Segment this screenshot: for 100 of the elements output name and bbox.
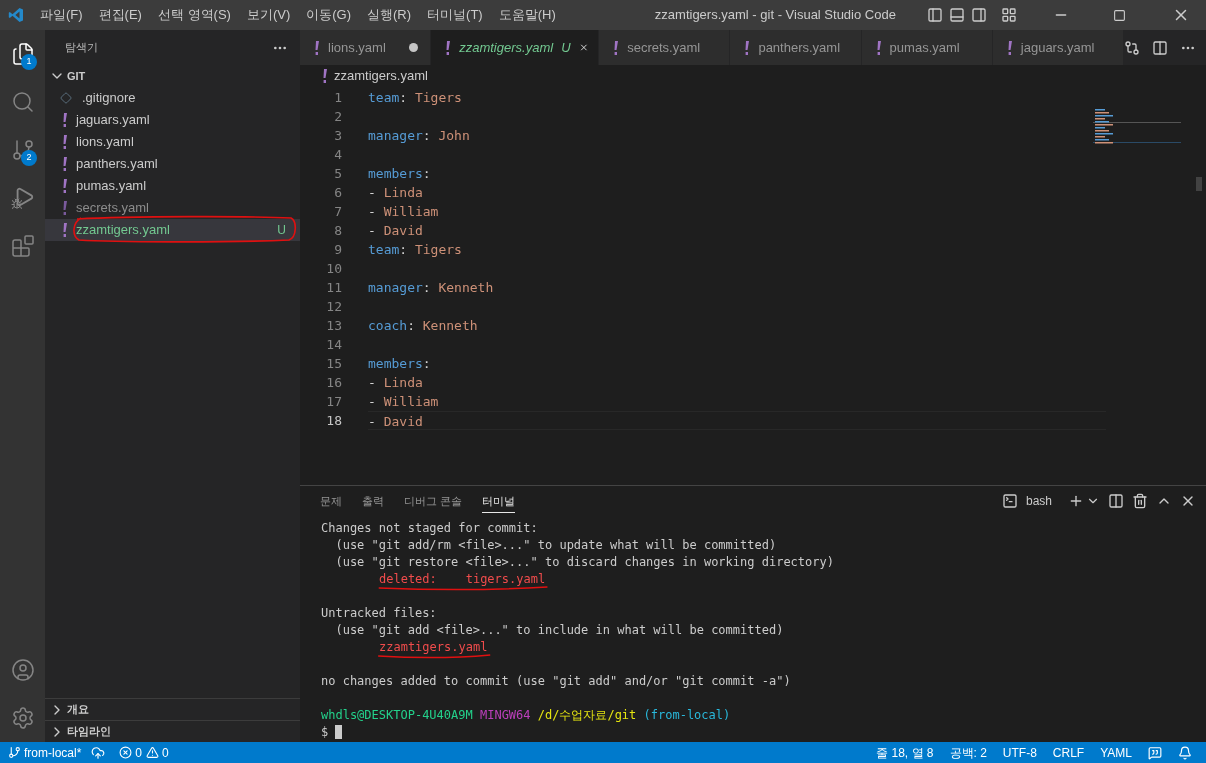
compare-icon[interactable]	[1124, 39, 1140, 56]
split-editor-icon[interactable]	[1152, 39, 1168, 56]
badge: 2	[21, 150, 37, 166]
panel-toggle-icon[interactable]	[949, 7, 965, 23]
code-line: coach: Kenneth	[368, 318, 478, 333]
feedback-icon[interactable]	[1148, 745, 1162, 760]
menu-item[interactable]: 이동(G)	[298, 5, 360, 25]
file-item[interactable]: pumas.yaml	[45, 175, 300, 197]
code-line: members:	[368, 356, 431, 371]
file-item[interactable]: jaguars.yaml	[45, 109, 300, 131]
trash-icon[interactable]	[1132, 493, 1148, 509]
terminal-line: (use "git add <file>..." to include in what will be committed)	[334, 621, 784, 639]
terminal-line: (use "git add/rm <file>..." to update what will be committed)	[334, 536, 777, 554]
scrollbar-thumb[interactable]	[1196, 177, 1202, 191]
split-icon[interactable]	[1108, 493, 1124, 509]
settings-icon[interactable]	[10, 706, 35, 730]
file-item[interactable]: lions.yaml	[45, 131, 300, 153]
file-item[interactable]: .gitignore	[45, 87, 300, 109]
line-number: 8	[333, 222, 342, 240]
code-line: team: Tigers	[368, 90, 462, 105]
yaml-icon	[62, 223, 68, 237]
folder-header[interactable]: GIT	[45, 65, 300, 87]
add-icon[interactable]	[1068, 493, 1084, 509]
panel-tab[interactable]: 출력	[362, 488, 384, 514]
yaml-icon	[613, 40, 620, 55]
activity-item[interactable]: 2	[0, 126, 45, 174]
yaml-icon	[322, 69, 328, 83]
sidebar-toggle-icon[interactable]	[927, 7, 943, 23]
code-line: members:	[368, 166, 431, 181]
gitignore-icon	[60, 92, 72, 104]
editor-tab[interactable]: zzamtigers.yaml U	[431, 30, 600, 65]
error-icon	[119, 746, 133, 759]
terminal-line: deleted: tigers.yaml	[379, 569, 546, 588]
file-item[interactable]: secrets.yaml	[45, 197, 300, 219]
line-number: 13	[325, 317, 342, 335]
warning-count[interactable]: 0	[162, 743, 169, 762]
menu-item[interactable]: 실행(R)	[359, 5, 420, 25]
shell-name[interactable]: bash	[1025, 492, 1052, 510]
menu-item[interactable]: 선택 영역(S)	[149, 5, 239, 25]
line-number: 1	[333, 89, 342, 107]
terminal-line: $	[321, 723, 330, 741]
line-number: 2	[333, 108, 342, 126]
panel-tab[interactable]: 터미널	[482, 488, 516, 514]
section-header[interactable]: 개요	[45, 698, 300, 720]
yaml-icon	[62, 135, 68, 149]
terminal-line: (use "git restore <file>..." to discard changes in working directory)	[334, 553, 834, 571]
editor-tab[interactable]: secrets.yaml	[599, 30, 731, 65]
line-number: 18	[325, 412, 342, 430]
status-item[interactable]: UTF-8	[1002, 743, 1037, 762]
account-icon[interactable]	[10, 658, 35, 682]
yaml-icon	[62, 201, 68, 215]
code-line: team: Tigers	[368, 242, 462, 257]
warning-icon	[146, 746, 160, 759]
status-item[interactable]: YAML	[1100, 743, 1132, 762]
line-number: 10	[325, 260, 342, 278]
line-number: 5	[333, 165, 342, 183]
bell-icon[interactable]	[1178, 745, 1192, 760]
breadcrumb[interactable]: zzamtigers.yaml	[334, 66, 428, 86]
error-count[interactable]: 0	[135, 743, 143, 762]
explorer-icon	[10, 42, 35, 66]
terminal-icon	[1001, 493, 1018, 509]
menu-item[interactable]: 도움말(H)	[490, 5, 564, 25]
menu-item[interactable]: 터미널(T)	[419, 5, 491, 25]
editor-tab[interactable]: pumas.yaml	[861, 30, 993, 65]
layout-icon[interactable]	[1001, 7, 1017, 23]
branch-name[interactable]: from-local*	[24, 743, 82, 762]
panel-tab[interactable]: 디버그 콘솔	[404, 488, 463, 514]
code-line: - Linda	[368, 375, 423, 390]
panel-tab[interactable]: 문제	[320, 488, 342, 514]
activity-item[interactable]: 1	[0, 30, 45, 78]
code-line: - David	[368, 414, 423, 429]
menu-item[interactable]: 파일(F)	[32, 5, 91, 25]
publish-icon[interactable]	[91, 745, 106, 760]
status-item[interactable]: 줄 18, 열 8	[876, 743, 934, 762]
sidebar-title: 탐색기	[65, 40, 98, 56]
line-number: 14	[325, 336, 342, 354]
app-logo-icon	[8, 7, 24, 23]
maximize-icon[interactable]	[1113, 8, 1126, 22]
window-title: zzamtigers.yaml - git - Visual Studio Code	[653, 6, 897, 25]
sidebar-toggle-icon[interactable]	[971, 7, 987, 23]
yaml-icon	[314, 40, 320, 55]
yaml-icon	[744, 40, 751, 55]
line-number: 6	[333, 184, 342, 202]
badge: 1	[21, 54, 37, 70]
terminal-line: whdls@DESKTOP-4U40A9M MINGW64 /d/수업자료/git (from-local)	[321, 706, 731, 724]
menu-item[interactable]: 보기(V)	[238, 5, 299, 25]
code-line: manager: John	[368, 128, 470, 143]
terminal-line: zzamtigers.yaml	[379, 637, 488, 656]
line-number: 3	[333, 127, 342, 145]
status-item[interactable]: CRLF	[1052, 743, 1085, 762]
status-item[interactable]: 공백: 2	[949, 743, 987, 762]
editor-tab[interactable]: lions.yaml	[300, 30, 432, 65]
file-item[interactable]: panthers.yaml	[45, 153, 300, 175]
yaml-icon	[62, 113, 68, 127]
git-status: U	[561, 38, 571, 57]
editor-tab[interactable]: panthers.yaml	[730, 30, 862, 65]
menu-item[interactable]: 편집(E)	[90, 5, 150, 25]
code-line: - David	[368, 223, 423, 238]
editor-tab[interactable]: jaguars.yaml	[992, 30, 1124, 65]
line-number: 4	[333, 146, 342, 164]
